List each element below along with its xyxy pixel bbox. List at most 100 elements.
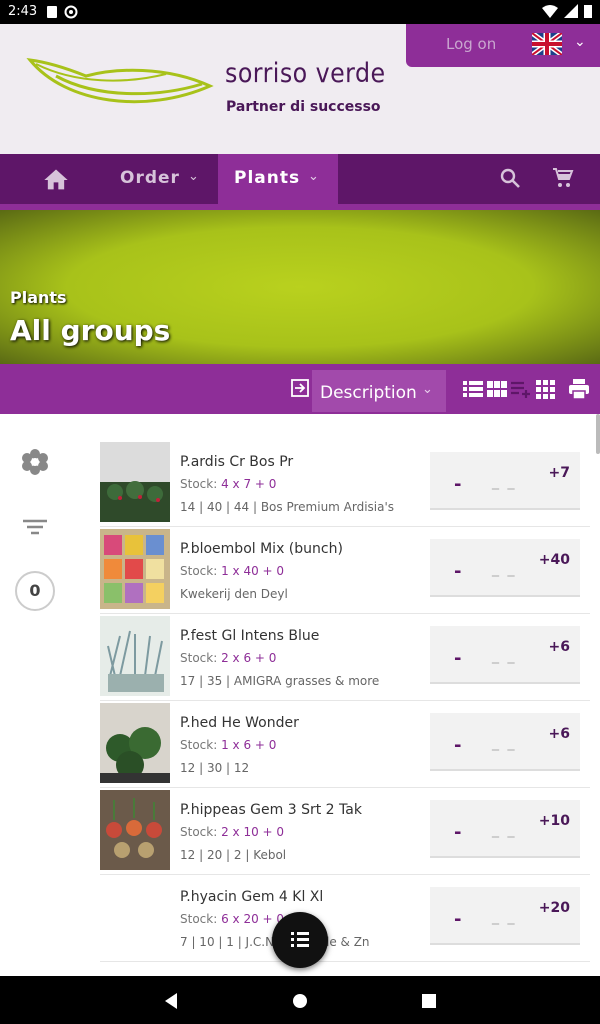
quantity-input[interactable]: _ _ [492, 561, 516, 577]
product-meta: 12 | 20 | 2 | Kebol [180, 848, 287, 862]
battery-icon [584, 5, 592, 18]
product-name[interactable]: P.hyacin Gem 4 Kl Xl [180, 889, 323, 905]
product-list: P.ardis Cr Bos Pr Stock: 4 x 7 + 0 14 | … [100, 440, 590, 962]
home-button-icon[interactable] [291, 992, 309, 1010]
export-icon[interactable] [290, 378, 310, 398]
increase-button[interactable]: +6 [549, 639, 570, 655]
quantity-input[interactable]: _ _ [492, 648, 516, 664]
back-icon[interactable] [162, 992, 180, 1010]
product-thumbnail[interactable] [100, 529, 170, 609]
sort-select[interactable]: Description ⌄ [312, 370, 446, 412]
quantity-stepper: - _ _ +6 [430, 713, 580, 771]
product-row[interactable]: P.ardis Cr Bos Pr Stock: 4 x 7 + 0 14 | … [100, 440, 590, 527]
quantity-stepper: - _ _ +6 [430, 626, 580, 684]
quantity-stepper: - _ _ +40 [430, 539, 580, 597]
language-chevron-down-icon[interactable]: ⌄ [574, 34, 586, 50]
list-toolbar: Description ⌄ [0, 364, 600, 414]
chevron-down-icon: ⌄ [308, 169, 319, 184]
decrease-button[interactable]: - [454, 561, 461, 582]
playlist-add-icon[interactable] [510, 378, 532, 400]
product-thumbnail[interactable] [100, 877, 170, 957]
status-system-icons [542, 4, 592, 18]
increase-button[interactable]: +40 [539, 552, 570, 568]
product-row[interactable]: P.fest Gl Intens Blue Stock: 2 x 6 + 0 1… [100, 614, 590, 701]
quantity-input[interactable]: _ _ [492, 822, 516, 838]
signal-icon [564, 4, 578, 18]
quantity-input[interactable]: _ _ [492, 474, 516, 490]
stock-value: 1 x 6 + 0 [221, 738, 277, 752]
category-banner: Plants All groups [0, 210, 600, 364]
nav-order[interactable]: Order [120, 168, 180, 188]
increase-button[interactable]: +20 [539, 900, 570, 916]
product-row[interactable]: P.hyacin Gem 4 Kl Xl Stock: 6 x 20 + 0 7… [100, 875, 590, 962]
system-nav-bar [0, 976, 600, 1024]
site-header: sorriso verde Partner di successo Log on… [0, 24, 600, 154]
search-icon[interactable] [498, 166, 522, 190]
banner-subtitle: Plants [10, 288, 67, 307]
cart-icon[interactable] [551, 166, 575, 190]
list-icon [291, 932, 309, 947]
product-row[interactable]: P.hed He Wonder Stock: 1 x 6 + 0 12 | 30… [100, 701, 590, 788]
product-name[interactable]: P.ardis Cr Bos Pr [180, 454, 293, 470]
stock-label: Stock: [180, 564, 218, 578]
increase-button[interactable]: +7 [549, 465, 570, 481]
quantity-stepper: - _ _ +7 [430, 452, 580, 510]
product-thumbnail[interactable] [100, 616, 170, 696]
product-meta: 14 | 40 | 44 | Bos Premium Ardisia's [180, 500, 395, 514]
stock-value: 4 x 7 + 0 [221, 477, 277, 491]
chevron-down-icon[interactable]: ⌄ [188, 169, 199, 184]
flower-icon[interactable] [20, 447, 50, 477]
product-thumbnail[interactable] [100, 790, 170, 870]
product-name[interactable]: P.bloembol Mix (bunch) [180, 541, 343, 557]
banner-title: All groups [10, 314, 171, 347]
product-meta: 12 | 30 | 12 [180, 761, 250, 775]
status-notification-icons [46, 5, 78, 19]
login-button[interactable]: Log on [446, 35, 496, 53]
increase-button[interactable]: +10 [539, 813, 570, 829]
product-stock: Stock: 4 x 7 + 0 [180, 477, 276, 491]
quantity-stepper: - _ _ +20 [430, 887, 580, 945]
product-stock: Stock: 2 x 10 + 0 [180, 825, 284, 839]
product-row[interactable]: P.hippeas Gem 3 Srt 2 Tak Stock: 2 x 10 … [100, 788, 590, 875]
quantity-stepper: - _ _ +10 [430, 800, 580, 858]
stock-value: 2 x 6 + 0 [221, 651, 277, 665]
product-name[interactable]: P.fest Gl Intens Blue [180, 628, 319, 644]
product-row[interactable]: P.bloembol Mix (bunch) Stock: 1 x 40 + 0… [100, 527, 590, 614]
quantity-input[interactable]: _ _ [492, 735, 516, 751]
scrollbar[interactable] [596, 414, 600, 454]
decrease-button[interactable]: - [454, 648, 461, 669]
increase-button[interactable]: +6 [549, 726, 570, 742]
home-icon[interactable] [42, 166, 70, 194]
compact-grid-icon[interactable] [535, 378, 557, 400]
brand-tagline: Partner di successo [226, 99, 381, 115]
filter-icon[interactable] [20, 512, 50, 542]
product-meta: 17 | 35 | AMIGRA grasses & more [180, 674, 380, 688]
nav-plants-label: Plants [234, 168, 301, 188]
selection-count-badge[interactable]: 0 [15, 571, 55, 611]
list-menu-button[interactable] [272, 912, 328, 968]
recents-icon[interactable] [420, 992, 438, 1010]
decrease-button[interactable]: - [454, 735, 461, 756]
grid-view-icon[interactable] [486, 378, 508, 400]
nav-plants[interactable]: Plants ⌄ [218, 154, 338, 206]
stock-value: 2 x 10 + 0 [221, 825, 285, 839]
product-name[interactable]: P.hippeas Gem 3 Srt 2 Tak [180, 802, 362, 818]
sync-icon [64, 5, 78, 19]
wifi-icon [542, 5, 558, 18]
print-icon[interactable] [568, 378, 590, 400]
product-thumbnail[interactable] [100, 442, 170, 522]
uk-flag-icon[interactable] [532, 33, 562, 55]
decrease-button[interactable]: - [454, 909, 461, 930]
decrease-button[interactable]: - [454, 474, 461, 495]
list-view-icon[interactable] [462, 378, 484, 400]
product-stock: Stock: 1 x 40 + 0 [180, 564, 284, 578]
stock-label: Stock: [180, 738, 218, 752]
chevron-down-icon: ⌄ [422, 382, 433, 397]
decrease-button[interactable]: - [454, 822, 461, 843]
login-panel: Log on ⌄ [406, 24, 600, 67]
product-name[interactable]: P.hed He Wonder [180, 715, 299, 731]
status-time: 2:43 [8, 4, 38, 19]
product-thumbnail[interactable] [100, 703, 170, 783]
stock-label: Stock: [180, 912, 218, 926]
quantity-input[interactable]: _ _ [492, 909, 516, 925]
